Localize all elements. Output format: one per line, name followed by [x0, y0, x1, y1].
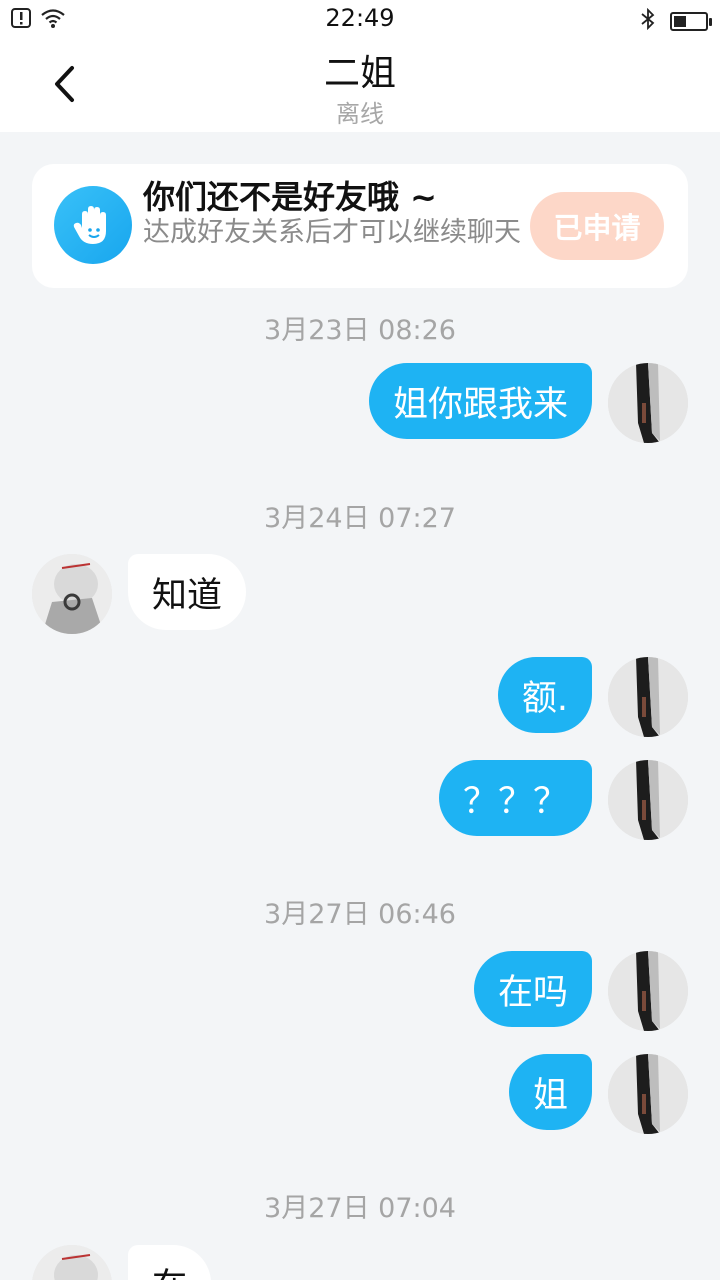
timestamp: 3月27日 06:46: [264, 899, 456, 930]
self-avatar[interactable]: [608, 363, 688, 443]
self-avatar[interactable]: [608, 951, 688, 1031]
status-bar: 22:49: [0, 0, 720, 38]
self-avatar[interactable]: [608, 1054, 688, 1134]
timestamp: 3月23日 08:26: [264, 315, 456, 346]
bluetooth-icon: [640, 7, 656, 34]
banner-title: 你们还不是好友哦 ~: [143, 178, 437, 216]
timestamp: 3月24日 07:27: [264, 503, 456, 534]
peer-avatar[interactable]: [32, 1245, 112, 1280]
status-right-icons: [640, 7, 712, 34]
request-sent-button[interactable]: 已申请: [530, 192, 664, 260]
banner-description: 达成好友关系后才可以继续聊天: [143, 217, 521, 248]
friend-request-banner: 你们还不是好友哦 ~ 达成好友关系后才可以继续聊天 已申请: [32, 164, 688, 288]
message-bubble-sent[interactable]: 在吗: [473, 951, 592, 1027]
message-bubble-sent[interactable]: 姐你跟我来: [368, 363, 592, 439]
message-bubble-sent[interactable]: 姐: [508, 1054, 592, 1130]
hand-wave-icon: [54, 186, 132, 264]
chat-header: 二姐 离线: [0, 38, 720, 132]
message-bubble-received[interactable]: 知道: [128, 554, 247, 630]
battery-icon: [670, 11, 712, 31]
contact-name: 二姐: [323, 53, 396, 94]
battery-level: [674, 15, 686, 27]
peer-avatar[interactable]: [32, 554, 112, 634]
self-avatar[interactable]: [608, 760, 688, 840]
self-avatar[interactable]: [608, 657, 688, 737]
message-list[interactable]: 3月23日 08:26 姐你跟我来 3月24日 07:27 知道 额. ？？？ …: [0, 288, 720, 1280]
timestamp: 3月27日 07:04: [264, 1193, 456, 1224]
contact-status: 离线: [336, 100, 384, 128]
message-bubble-sent[interactable]: ？？？: [438, 760, 592, 836]
message-bubble-sent[interactable]: 额.: [497, 657, 592, 733]
message-bubble-received[interactable]: 在: [128, 1245, 212, 1280]
status-time: 22:49: [325, 4, 395, 32]
